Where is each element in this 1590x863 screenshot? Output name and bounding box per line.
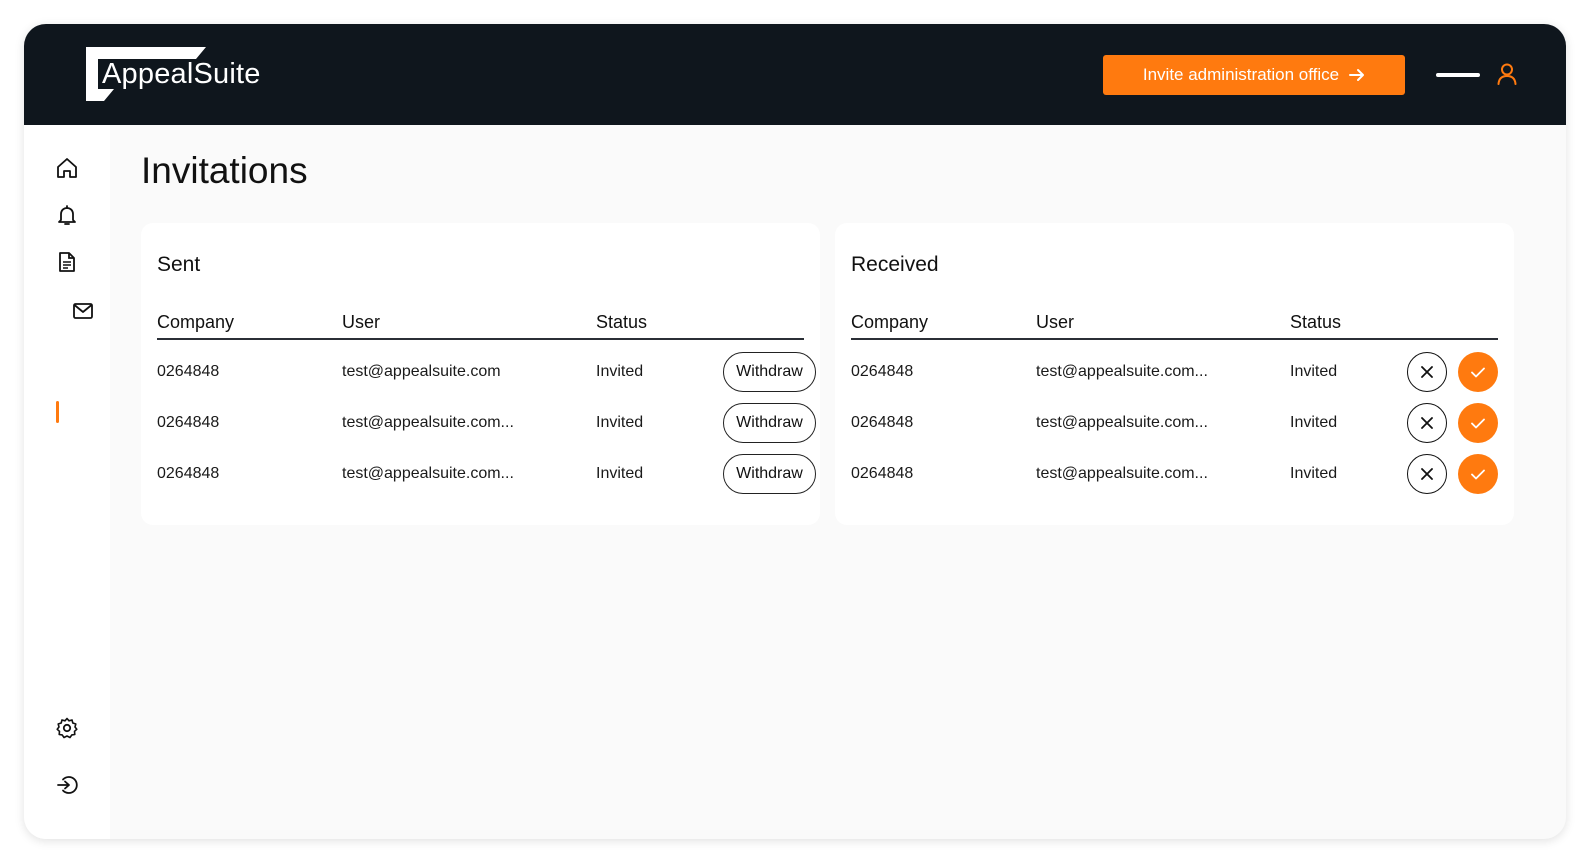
- user-icon[interactable]: [1497, 63, 1517, 85]
- sent-card-title: Sent: [157, 253, 201, 276]
- table-row: 0264848 test@appealsuite.com... Invited: [835, 454, 1514, 494]
- menu-bar-icon[interactable]: [1436, 73, 1480, 77]
- company-cell: 0264848: [157, 414, 220, 431]
- user-cell: test@appealsuite.com...: [342, 465, 514, 482]
- top-bar: AppealSuite Invite administration office: [24, 24, 1566, 125]
- table-header-divider: [851, 338, 1498, 340]
- status-cell: Invited: [1290, 363, 1338, 380]
- decline-button[interactable]: [1407, 403, 1447, 443]
- company-cell: 0264848: [157, 465, 220, 482]
- app-window: AppealSuite Invite administration office: [24, 24, 1566, 839]
- table-row: 0264848 test@appealsuite.com... Invited …: [141, 454, 820, 494]
- home-icon[interactable]: [55, 156, 79, 180]
- table-row: 0264848 test@appealsuite.com... Invited: [835, 403, 1514, 443]
- bell-icon[interactable]: [55, 203, 79, 227]
- column-header-company: Company: [157, 312, 235, 332]
- received-invitations-card: Received Company User Status 0264848 tes…: [835, 223, 1514, 525]
- decline-button[interactable]: [1407, 454, 1447, 494]
- column-header-status: Status: [596, 312, 648, 332]
- table-header-divider: [157, 338, 804, 340]
- close-icon: [1421, 468, 1433, 480]
- withdraw-button[interactable]: Withdraw: [723, 454, 816, 494]
- check-icon: [1471, 469, 1485, 479]
- company-cell: 0264848: [851, 465, 914, 482]
- status-cell: Invited: [596, 414, 644, 431]
- column-header-user: User: [342, 312, 381, 332]
- status-cell: Invited: [596, 465, 644, 482]
- company-cell: 0264848: [157, 363, 220, 380]
- company-cell: 0264848: [851, 414, 914, 431]
- user-cell: test@appealsuite.com...: [1036, 363, 1208, 380]
- close-icon: [1421, 366, 1433, 378]
- accept-button[interactable]: [1458, 454, 1498, 494]
- withdraw-button[interactable]: Withdraw: [723, 403, 816, 443]
- check-icon: [1471, 418, 1485, 428]
- status-cell: Invited: [1290, 414, 1338, 431]
- column-header-user: User: [1036, 312, 1075, 332]
- user-cell: test@appealsuite.com...: [342, 414, 514, 431]
- invite-administration-office-button[interactable]: Invite administration office: [1103, 55, 1405, 95]
- mail-icon[interactable]: [71, 299, 95, 323]
- withdraw-button[interactable]: Withdraw: [723, 352, 816, 392]
- document-icon[interactable]: [55, 250, 79, 274]
- user-cell: test@appealsuite.com: [342, 363, 501, 380]
- table-row: 0264848 test@appealsuite.com... Invited …: [141, 403, 820, 443]
- accept-button[interactable]: [1458, 403, 1498, 443]
- user-cell: test@appealsuite.com...: [1036, 465, 1208, 482]
- table-row: 0264848 test@appealsuite.com Invited Wit…: [141, 352, 820, 392]
- check-icon: [1471, 367, 1485, 377]
- logout-icon[interactable]: [55, 773, 79, 797]
- gear-icon[interactable]: [55, 716, 79, 740]
- status-cell: Invited: [1290, 465, 1338, 482]
- arrow-right-icon: [1349, 69, 1365, 81]
- invite-button-label: Invite administration office: [1142, 65, 1340, 84]
- logo-text: AppealSuite: [102, 58, 261, 90]
- accept-button[interactable]: [1458, 352, 1498, 392]
- status-cell: Invited: [596, 363, 644, 380]
- table-row: 0264848 test@appealsuite.com... Invited: [835, 352, 1514, 392]
- close-icon: [1421, 417, 1433, 429]
- decline-button[interactable]: [1407, 352, 1447, 392]
- page-title: Invitations: [141, 150, 308, 191]
- company-cell: 0264848: [851, 363, 914, 380]
- logo[interactable]: AppealSuite: [86, 47, 286, 101]
- column-header-status: Status: [1290, 312, 1342, 332]
- sidebar: [24, 125, 110, 839]
- sidebar-active-indicator: [56, 401, 59, 423]
- received-card-title: Received: [851, 253, 939, 276]
- user-cell: test@appealsuite.com...: [1036, 414, 1208, 431]
- column-header-company: Company: [851, 312, 929, 332]
- sent-invitations-card: Sent Company User Status 0264848 test@ap…: [141, 223, 820, 525]
